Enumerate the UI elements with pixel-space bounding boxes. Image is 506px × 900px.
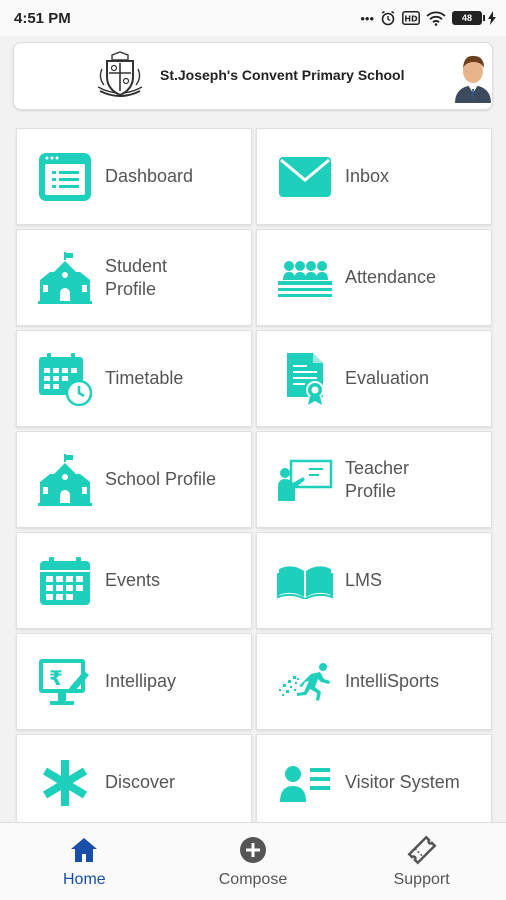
tile-dashboard[interactable]: Dashboard — [16, 128, 252, 225]
school-header-card: St.Joseph's Convent Primary School — [13, 42, 493, 110]
school-building-icon — [37, 250, 93, 306]
battery-level: 48 — [461, 13, 472, 23]
tile-label: Discover — [105, 772, 176, 792]
nav-compose[interactable]: Compose — [193, 835, 313, 889]
tile-evaluation[interactable]: Evaluation — [256, 330, 492, 427]
ticket-icon — [407, 835, 437, 865]
tile-attendance[interactable]: Attendance — [256, 229, 492, 326]
calendar-clock-icon — [37, 351, 93, 407]
tile-label: Events — [105, 570, 161, 590]
tile-label: IntelliSports — [345, 671, 440, 691]
tile-label: Timetable — [105, 368, 184, 388]
runner-icon — [277, 654, 333, 710]
certificate-icon — [277, 351, 333, 407]
svg-text:₹: ₹ — [49, 666, 63, 690]
tile-label: Intellipay — [105, 671, 177, 691]
calendar-icon — [37, 553, 93, 609]
tile-label: LMS — [345, 570, 383, 590]
nav-home[interactable]: Home — [24, 835, 144, 889]
dashboard-icon — [37, 149, 93, 205]
charging-icon — [488, 11, 496, 25]
school-building-icon — [37, 452, 93, 508]
tile-label: Inbox — [345, 166, 390, 186]
tile-label: Student Profile — [105, 255, 168, 299]
tile-label: Visitor System — [345, 772, 460, 792]
tile-label: Dashboard — [105, 166, 194, 186]
user-avatar-icon[interactable] — [451, 53, 495, 103]
tile-label: School Profile — [105, 469, 217, 489]
nav-label: Compose — [218, 870, 288, 888]
nav-label: Home — [62, 870, 106, 888]
visitor-card-icon — [277, 755, 333, 811]
battery-icon: 48 — [452, 11, 485, 25]
tile-visitor-system[interactable]: Visitor System — [256, 734, 492, 831]
hd-icon: HD — [402, 11, 420, 25]
svg-text:HD: HD — [404, 15, 418, 24]
envelope-icon — [277, 149, 333, 205]
module-grid: Dashboard Inbox Student Profile Attendan… — [16, 128, 492, 831]
tile-label: Teacher Profile — [345, 457, 410, 501]
teacher-board-icon — [277, 452, 333, 508]
dots-icon: ••• — [360, 10, 374, 26]
tile-discover[interactable]: Discover — [16, 734, 252, 831]
home-icon — [69, 835, 99, 865]
tile-student-profile[interactable]: Student Profile — [16, 229, 252, 326]
tile-lms[interactable]: LMS — [256, 532, 492, 629]
school-crest-icon — [97, 51, 143, 97]
plus-circle-icon — [238, 835, 268, 865]
tile-intellipay[interactable]: ₹ Intellipay — [16, 633, 252, 730]
status-bar: 4:51 PM ••• HD 48 — [0, 0, 506, 36]
tile-teacher-profile[interactable]: Teacher Profile — [256, 431, 492, 528]
tile-label: Evaluation — [345, 368, 430, 388]
school-name: St.Joseph's Convent Primary School — [160, 67, 405, 83]
open-book-icon — [277, 553, 333, 609]
tile-events[interactable]: Events — [16, 532, 252, 629]
tile-label: Attendance — [345, 267, 437, 287]
status-time: 4:51 PM — [14, 9, 71, 27]
tile-intellisports[interactable]: IntelliSports — [256, 633, 492, 730]
asterisk-icon — [37, 755, 93, 811]
tile-timetable[interactable]: Timetable — [16, 330, 252, 427]
tile-inbox[interactable]: Inbox — [256, 128, 492, 225]
alarm-icon — [381, 10, 395, 26]
wifi-icon — [426, 11, 446, 26]
rupee-monitor-icon: ₹ — [37, 654, 93, 710]
nav-label: Support — [393, 870, 450, 888]
classroom-icon — [277, 250, 333, 306]
nav-support[interactable]: Support — [362, 835, 482, 889]
tile-school-profile[interactable]: School Profile — [16, 431, 252, 528]
bottom-nav: Home Compose Support — [0, 822, 506, 900]
status-icons: ••• HD 48 — [360, 10, 496, 26]
